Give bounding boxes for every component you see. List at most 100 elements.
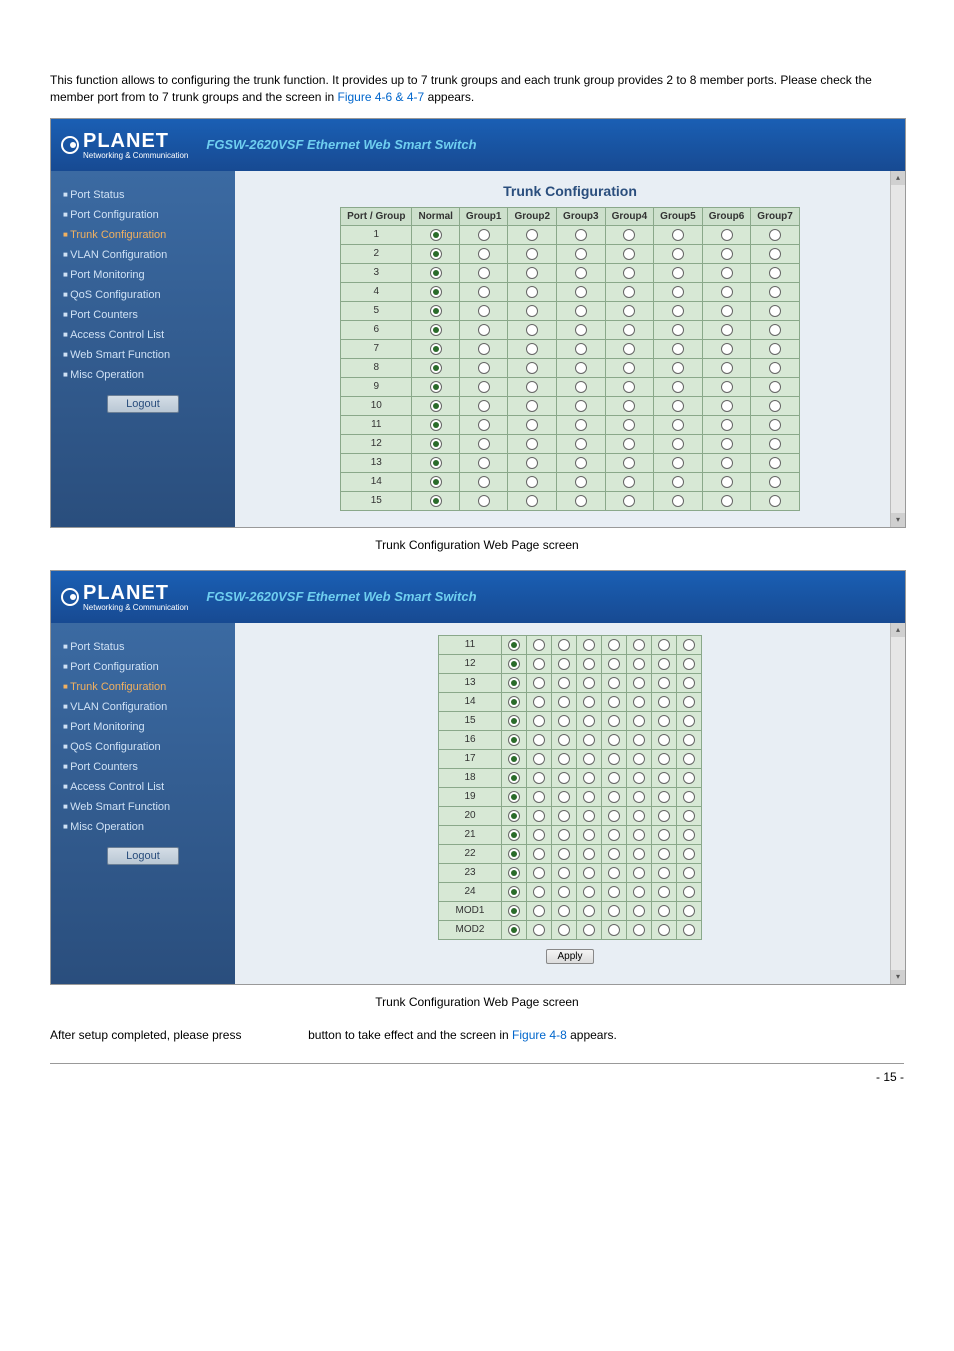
radio-cell[interactable] <box>602 882 627 901</box>
radio-cell[interactable] <box>751 396 800 415</box>
radio-group-icon[interactable] <box>558 924 570 936</box>
radio-group-icon[interactable] <box>478 438 490 450</box>
radio-group-icon[interactable] <box>633 715 645 727</box>
radio-cell[interactable] <box>627 635 652 654</box>
radio-group-icon[interactable] <box>683 905 695 917</box>
radio-group-icon[interactable] <box>575 343 587 355</box>
radio-cell[interactable] <box>412 491 459 510</box>
radio-group-icon[interactable] <box>558 791 570 803</box>
radio-cell[interactable] <box>552 806 577 825</box>
sidebar-item-qos-configuration[interactable]: QoS Configuration <box>63 285 223 305</box>
radio-group-icon[interactable] <box>575 495 587 507</box>
sidebar-item-vlan-configuration[interactable]: VLAN Configuration <box>63 245 223 265</box>
radio-cell[interactable] <box>552 882 577 901</box>
radio-cell[interactable] <box>412 282 459 301</box>
radio-group-icon[interactable] <box>672 286 684 298</box>
radio-group-icon[interactable] <box>623 229 635 241</box>
radio-group-icon[interactable] <box>608 658 620 670</box>
radio-cell[interactable] <box>557 358 606 377</box>
radio-cell[interactable] <box>557 263 606 282</box>
radio-group-icon[interactable] <box>769 476 781 488</box>
radio-normal-icon[interactable] <box>508 639 520 651</box>
radio-group-icon[interactable] <box>683 772 695 784</box>
radio-group-icon[interactable] <box>575 381 587 393</box>
radio-cell[interactable] <box>652 711 677 730</box>
radio-group-icon[interactable] <box>533 810 545 822</box>
radio-group-icon[interactable] <box>769 495 781 507</box>
radio-group-icon[interactable] <box>658 867 670 879</box>
radio-normal-icon[interactable] <box>430 305 442 317</box>
radio-cell[interactable] <box>527 768 552 787</box>
radio-cell[interactable] <box>577 673 602 692</box>
radio-group-icon[interactable] <box>478 381 490 393</box>
radio-cell[interactable] <box>702 491 751 510</box>
radio-group-icon[interactable] <box>623 400 635 412</box>
radio-cell[interactable] <box>527 825 552 844</box>
radio-group-icon[interactable] <box>683 791 695 803</box>
radio-cell[interactable] <box>652 654 677 673</box>
radio-cell[interactable] <box>552 711 577 730</box>
radio-group-icon[interactable] <box>583 867 595 879</box>
radio-cell[interactable] <box>508 225 557 244</box>
radio-group-icon[interactable] <box>633 791 645 803</box>
radio-cell[interactable] <box>502 673 527 692</box>
radio-group-icon[interactable] <box>533 829 545 841</box>
radio-cell[interactable] <box>557 472 606 491</box>
radio-cell[interactable] <box>552 825 577 844</box>
radio-cell[interactable] <box>654 453 703 472</box>
radio-cell[interactable] <box>677 806 702 825</box>
radio-group-icon[interactable] <box>658 715 670 727</box>
radio-cell[interactable] <box>459 377 508 396</box>
radio-group-icon[interactable] <box>721 248 733 260</box>
radio-group-icon[interactable] <box>721 362 733 374</box>
radio-cell[interactable] <box>459 453 508 472</box>
radio-group-icon[interactable] <box>478 305 490 317</box>
radio-cell[interactable] <box>702 453 751 472</box>
radio-group-icon[interactable] <box>683 829 695 841</box>
radio-cell[interactable] <box>602 768 627 787</box>
sidebar-item-port-monitoring[interactable]: Port Monitoring <box>63 265 223 285</box>
radio-cell[interactable] <box>502 635 527 654</box>
radio-cell[interactable] <box>605 434 654 453</box>
radio-group-icon[interactable] <box>623 362 635 374</box>
radio-group-icon[interactable] <box>623 457 635 469</box>
radio-group-icon[interactable] <box>583 829 595 841</box>
radio-group-icon[interactable] <box>769 248 781 260</box>
radio-cell[interactable] <box>508 415 557 434</box>
radio-cell[interactable] <box>557 301 606 320</box>
radio-cell[interactable] <box>654 244 703 263</box>
radio-cell[interactable] <box>677 825 702 844</box>
radio-group-icon[interactable] <box>526 286 538 298</box>
radio-cell[interactable] <box>677 730 702 749</box>
radio-cell[interactable] <box>627 768 652 787</box>
radio-cell[interactable] <box>527 711 552 730</box>
radio-group-icon[interactable] <box>558 886 570 898</box>
radio-group-icon[interactable] <box>672 419 684 431</box>
radio-normal-icon[interactable] <box>430 381 442 393</box>
radio-group-icon[interactable] <box>478 248 490 260</box>
radio-group-icon[interactable] <box>721 495 733 507</box>
radio-cell[interactable] <box>412 396 459 415</box>
radio-group-icon[interactable] <box>672 324 684 336</box>
radio-cell[interactable] <box>557 282 606 301</box>
radio-group-icon[interactable] <box>478 400 490 412</box>
radio-group-icon[interactable] <box>583 639 595 651</box>
radio-normal-icon[interactable] <box>508 772 520 784</box>
radio-cell[interactable] <box>459 358 508 377</box>
radio-cell[interactable] <box>654 415 703 434</box>
radio-cell[interactable] <box>502 844 527 863</box>
sidebar-item-web-smart-function[interactable]: Web Smart Function <box>63 797 223 817</box>
radio-group-icon[interactable] <box>575 419 587 431</box>
radio-cell[interactable] <box>677 768 702 787</box>
radio-cell[interactable] <box>602 863 627 882</box>
radio-cell[interactable] <box>557 415 606 434</box>
radio-group-icon[interactable] <box>721 324 733 336</box>
radio-cell[interactable] <box>527 673 552 692</box>
radio-cell[interactable] <box>508 491 557 510</box>
radio-cell[interactable] <box>502 787 527 806</box>
radio-cell[interactable] <box>652 863 677 882</box>
radio-group-icon[interactable] <box>633 658 645 670</box>
radio-group-icon[interactable] <box>608 886 620 898</box>
radio-cell[interactable] <box>652 730 677 749</box>
radio-cell[interactable] <box>677 882 702 901</box>
